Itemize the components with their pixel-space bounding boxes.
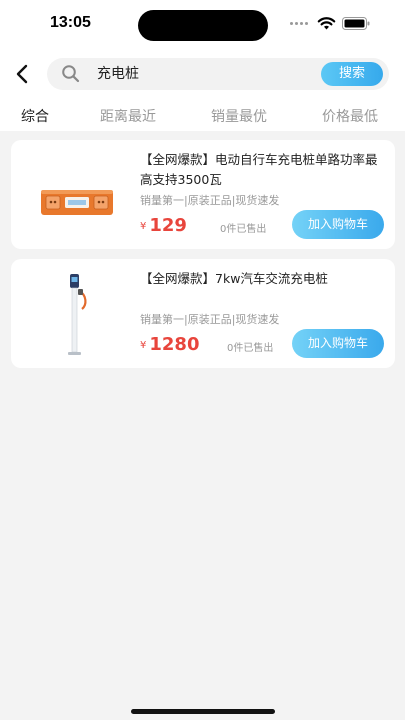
- sold-count: 0件已售出: [220, 224, 267, 235]
- product-tags: 销量第一|原装正品|现货速发: [140, 313, 280, 326]
- search-bar: 搜索: [47, 58, 389, 90]
- product-title: 【全网爆款】电动自行车充电桩单路功率最高支持3500瓦: [140, 152, 378, 187]
- sort-tabs: 综合 距离最近 销量最优 价格最低: [0, 100, 405, 130]
- add-to-cart-button[interactable]: 加入购物车: [292, 329, 384, 358]
- tab-nearest[interactable]: 距离最近: [100, 106, 156, 126]
- search-input[interactable]: [97, 58, 307, 90]
- home-indicator[interactable]: [131, 709, 275, 714]
- product-price: ¥1280: [140, 334, 199, 355]
- dynamic-island: [138, 10, 268, 41]
- status-time: 13:05: [50, 14, 91, 31]
- search-button[interactable]: 搜索: [321, 62, 383, 86]
- product-image-ev-charger: [68, 274, 87, 355]
- currency-symbol: ¥: [140, 221, 147, 232]
- status-bar: 13:05: [0, 0, 405, 48]
- tab-best-sales[interactable]: 销量最优: [211, 106, 267, 126]
- product-title: 【全网爆款】7kw汽车交流充电桩: [140, 271, 328, 286]
- product-card[interactable]: 【全网爆款】7kw汽车交流充电桩 销量第一|原装正品|现货速发 ¥1280 0件…: [11, 259, 395, 368]
- tab-lowest-price[interactable]: 价格最低: [322, 106, 378, 126]
- product-tags: 销量第一|原装正品|现货速发: [140, 194, 280, 207]
- signal-icon: [290, 22, 312, 28]
- currency-symbol: ¥: [140, 340, 147, 351]
- product-card[interactable]: 【全网爆款】电动自行车充电桩单路功率最高支持3500瓦 销量第一|原装正品|现货…: [11, 140, 395, 249]
- price-value: 1280: [149, 334, 200, 355]
- product-price: ¥129: [140, 215, 187, 236]
- battery-icon: [342, 17, 370, 30]
- product-image-bike-charger: [41, 190, 113, 215]
- search-icon: [62, 65, 80, 83]
- back-icon[interactable]: [12, 62, 34, 86]
- price-value: 129: [149, 215, 187, 236]
- sold-count: 0件已售出: [227, 343, 274, 354]
- tab-comprehensive[interactable]: 综合: [21, 106, 49, 126]
- wifi-icon: [317, 17, 336, 30]
- add-to-cart-button[interactable]: 加入购物车: [292, 210, 384, 239]
